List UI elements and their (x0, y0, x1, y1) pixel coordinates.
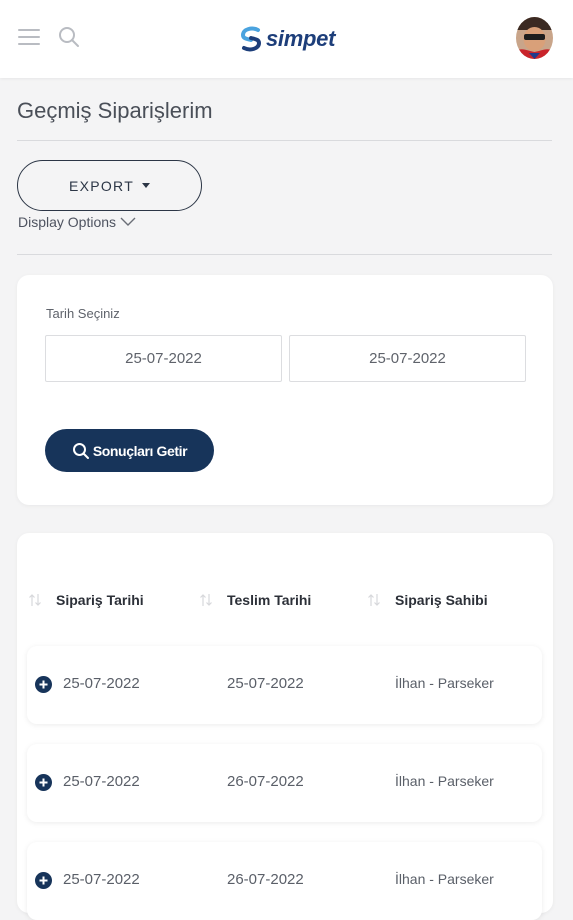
user-avatar[interactable] (516, 17, 553, 59)
export-button[interactable]: EXPORT (17, 160, 202, 211)
export-button-label: EXPORT (68, 177, 135, 194)
start-date-input[interactable] (45, 335, 282, 382)
sort-icon[interactable] (199, 592, 213, 608)
table-row[interactable]: 25-07-2022 26-07-2022 İlhan - Parseker (27, 842, 542, 920)
order-date-cell: 25-07-2022 (63, 675, 140, 692)
order-owner-cell: İlhan - Parseker (395, 773, 494, 789)
logo-text: simpet (266, 26, 336, 51)
delivery-date-cell: 26-07-2022 (227, 871, 304, 888)
delivery-date-cell: 25-07-2022 (227, 675, 304, 692)
search-icon[interactable] (58, 26, 80, 48)
sort-icon[interactable] (367, 592, 381, 608)
logo[interactable]: simpet (238, 22, 335, 56)
get-results-button[interactable]: Sonuçları Getir (45, 429, 214, 472)
options-divider (17, 254, 552, 255)
table-row[interactable]: 25-07-2022 25-07-2022 İlhan - Parseker (27, 646, 542, 724)
hamburger-menu-icon[interactable] (18, 29, 40, 47)
date-filter-label: Tarih Seçiniz (46, 306, 120, 321)
end-date-input[interactable] (289, 335, 526, 382)
sort-icon[interactable] (28, 592, 42, 608)
date-filter-card: Tarih Seçiniz Sonuçları Getir (17, 275, 553, 505)
order-owner-cell: İlhan - Parseker (395, 871, 494, 887)
order-date-cell: 25-07-2022 (63, 871, 140, 888)
search-icon (72, 442, 89, 459)
expand-plus-icon[interactable] (35, 872, 52, 889)
results-table-card: Sipariş Tarihi Teslim Tarihi Sipariş Sah… (17, 533, 553, 920)
title-divider (17, 140, 552, 141)
expand-plus-icon[interactable] (35, 774, 52, 791)
page-title: Geçmiş Siparişlerim (17, 98, 213, 123)
column-header-order-date[interactable]: Sipariş Tarihi (56, 592, 144, 608)
chevron-down-icon (120, 217, 136, 226)
display-options-label: Display Options (18, 214, 117, 230)
table-row[interactable]: 25-07-2022 26-07-2022 İlhan - Parseker (27, 744, 542, 822)
order-owner-cell: İlhan - Parseker (395, 675, 494, 691)
top-bar: simpet (0, 0, 573, 78)
logo-mark-icon (240, 26, 262, 52)
get-results-label: Sonuçları Getir (92, 442, 188, 459)
column-header-delivery-date[interactable]: Teslim Tarihi (227, 592, 311, 608)
column-header-order-owner[interactable]: Sipariş Sahibi (395, 592, 488, 608)
delivery-date-cell: 26-07-2022 (227, 773, 304, 790)
expand-plus-icon[interactable] (35, 676, 52, 693)
order-date-cell: 25-07-2022 (63, 773, 140, 790)
display-options-toggle[interactable]: Display Options (18, 214, 136, 230)
caret-down-icon (142, 183, 151, 188)
